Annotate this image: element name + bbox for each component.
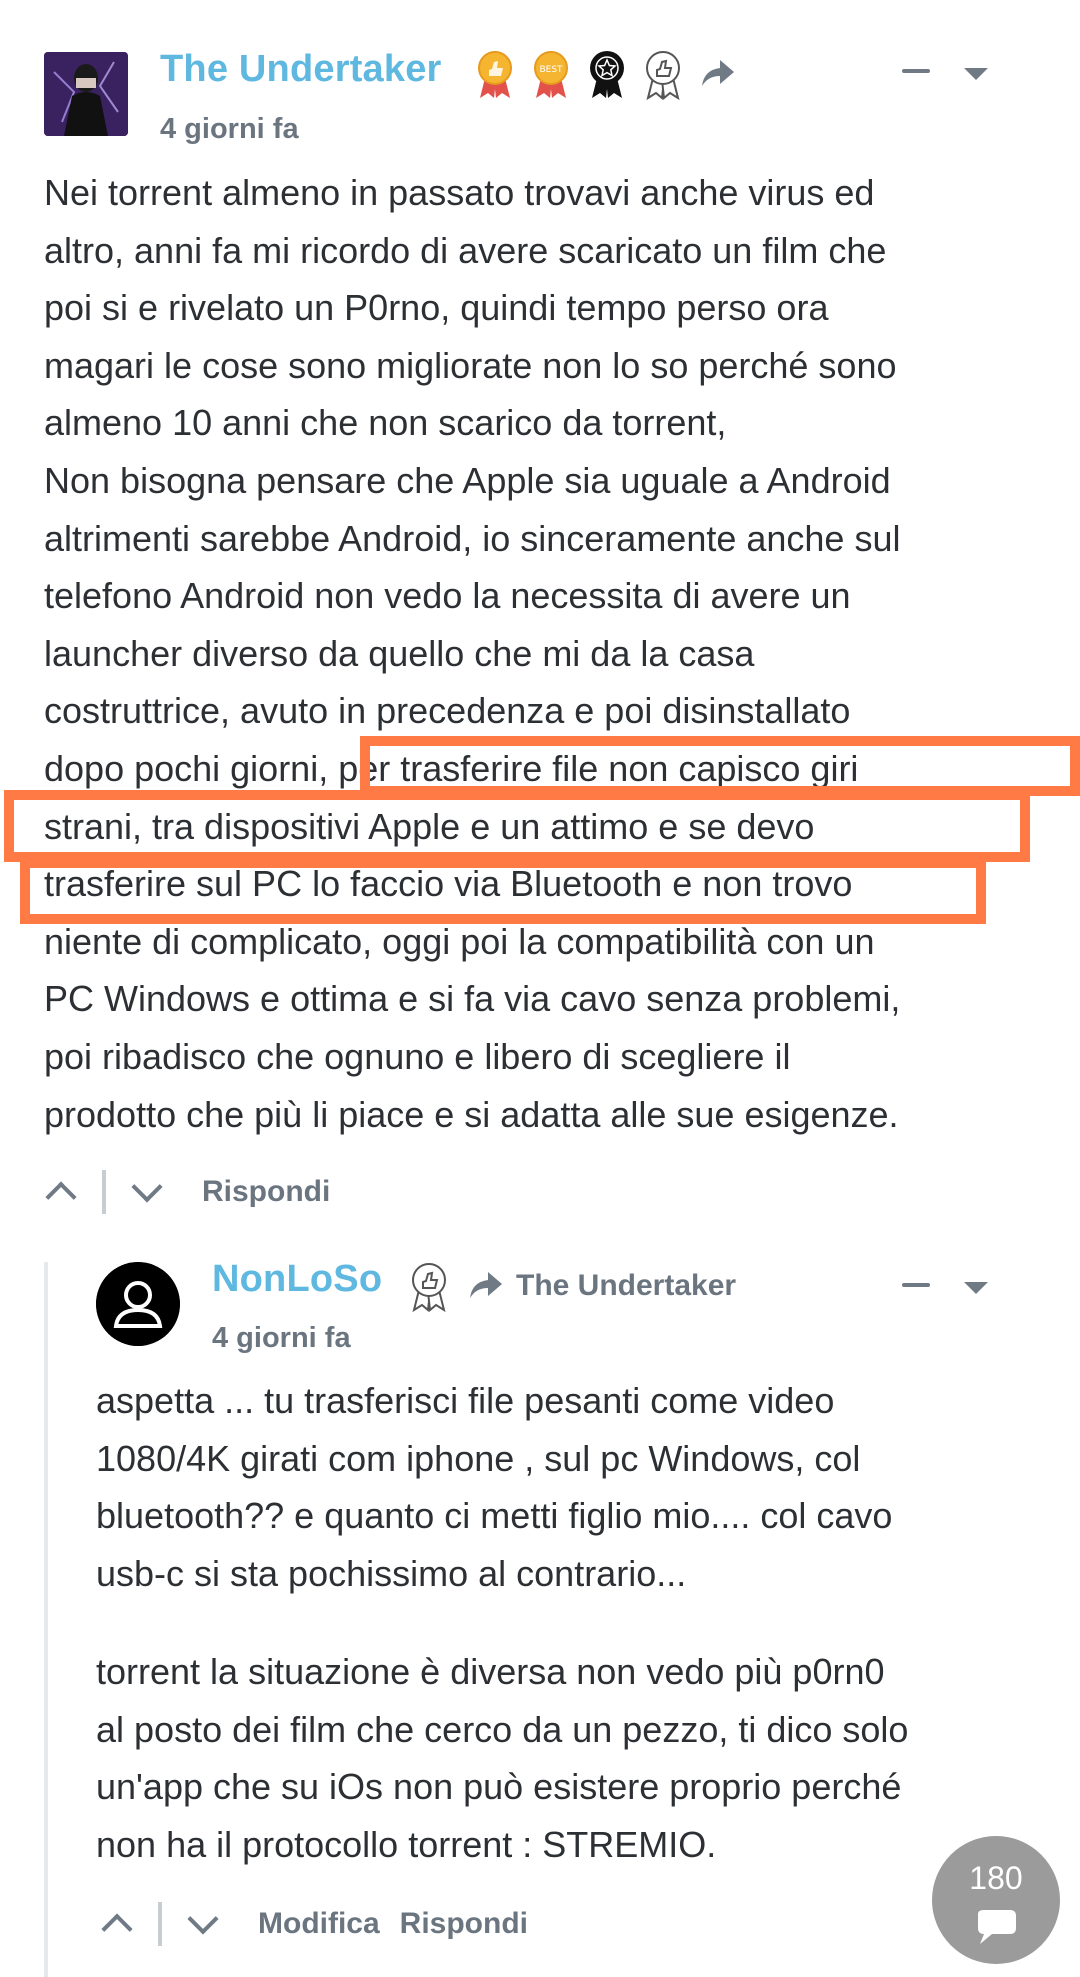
text-line: almeno 10 anni che non scarico da torren… [44, 402, 727, 444]
reply-to-user[interactable]: The Undertaker [516, 1269, 736, 1303]
comment-body-paragraph: torrent la situazione è diversa non vedo… [96, 1643, 908, 1873]
text-line: bluetooth?? e quanto ci metti figlio mio… [96, 1495, 893, 1537]
text-line: un'app che su iOs non può esistere propr… [96, 1766, 902, 1808]
text-line: dopo pochi giorni, per trasferire file n… [44, 747, 859, 789]
comment-controls [902, 62, 988, 80]
timestamp[interactable]: 4 giorni fa [160, 113, 299, 146]
chevron-down-icon[interactable] [964, 68, 988, 80]
comments-page: The Undertaker BEST 4 giorni fa Nei torr… [0, 0, 1080, 1977]
avatar-image [44, 52, 128, 136]
best-medal-icon: BEST [534, 51, 568, 98]
comment-controls [902, 1276, 988, 1294]
badges: BEST [470, 48, 738, 100]
avatar[interactable] [96, 1262, 180, 1346]
avatar[interactable] [44, 52, 128, 136]
upvote-icon[interactable] [101, 1913, 133, 1945]
share-arrow-icon[interactable] [698, 56, 738, 92]
text-line: trasferire sul PC lo faccio via Bluetoot… [44, 863, 853, 905]
comment-body: aspetta ... tu trasferisci file pesanti … [96, 1372, 892, 1602]
text-line: Non bisogna pensare che Apple sia uguale… [44, 459, 891, 501]
downvote-icon[interactable] [187, 1903, 219, 1935]
upvote-icon[interactable] [45, 1181, 77, 1213]
text-line: Nei torrent almeno in passato trovavi an… [44, 172, 875, 213]
text-line: strani, tra dispositivi Apple e un attim… [44, 805, 815, 847]
text-line: telefono Android non vedo la necessita d… [44, 575, 851, 617]
vote-divider [158, 1902, 162, 1946]
author-name[interactable]: The Undertaker [160, 48, 442, 91]
chevron-down-icon[interactable] [964, 1282, 988, 1294]
text-line: costruttrice, avuto in precedenza e poi … [44, 690, 851, 732]
chat-bubble-icon [978, 1910, 1016, 1944]
thumbs-up-medal-icon [478, 51, 512, 98]
author-name[interactable]: NonLoSo [212, 1258, 382, 1301]
text-line: launcher diverso da quello che mi da la … [44, 632, 755, 674]
downvote-icon[interactable] [131, 1171, 163, 1203]
reply-button[interactable]: Rispondi [400, 1907, 528, 1941]
like-rosette-icon [646, 51, 680, 100]
like-rosette-icon [412, 1263, 446, 1312]
reply-button[interactable]: Rispondi [202, 1175, 330, 1209]
collapse-icon[interactable] [902, 69, 930, 73]
vote-divider [102, 1170, 106, 1214]
text-line: altrimenti sarebbe Android, io sincerame… [44, 517, 901, 559]
star-rosette-icon [590, 51, 624, 98]
comment-actions: Modifica Rispondi [101, 1902, 528, 1946]
text-line: torrent la situazione è diversa non vedo… [96, 1651, 885, 1692]
text-line: magari le cose sono migliorate non lo so… [44, 344, 897, 386]
collapse-icon[interactable] [902, 1283, 930, 1287]
text-line: altro, anni fa mi ricordo di avere scari… [44, 229, 887, 271]
text-line: non ha il protocollo torrent : STREMIO. [96, 1823, 717, 1865]
timestamp[interactable]: 4 giorni fa [212, 1322, 351, 1355]
reply-arrow-icon [470, 1272, 502, 1298]
comment-body: Nei torrent almeno in passato trovavi an… [44, 164, 900, 1143]
text-line: al posto dei film che cerco da un pezzo,… [96, 1708, 909, 1750]
user-icon [96, 1262, 180, 1346]
comment-count-button[interactable]: 180 [932, 1836, 1060, 1964]
badges: The Undertaker [404, 1260, 736, 1312]
text-line: 1080/4K girati com iphone , sul pc Windo… [96, 1437, 861, 1479]
edit-button[interactable]: Modifica [258, 1907, 380, 1941]
text-line: prodotto che più li piace e si adatta al… [44, 1093, 899, 1135]
text-line: usb-c si sta pochissimo al contrario... [96, 1552, 687, 1594]
text-line: PC Windows e ottima e si fa via cavo sen… [44, 978, 901, 1020]
comment-count: 180 [969, 1860, 1023, 1896]
comment-actions: Rispondi [45, 1170, 330, 1214]
svg-text:BEST: BEST [539, 65, 563, 75]
text-line: poi ribadisco che ognuno e libero di sce… [44, 1035, 791, 1077]
text-line: aspetta ... tu trasferisci file pesanti … [96, 1380, 835, 1421]
text-line: niente di complicato, oggi poi la compat… [44, 920, 875, 962]
thread-line [44, 1262, 48, 1977]
text-line: poi si e rivelato un P0rno, quindi tempo… [44, 287, 829, 329]
